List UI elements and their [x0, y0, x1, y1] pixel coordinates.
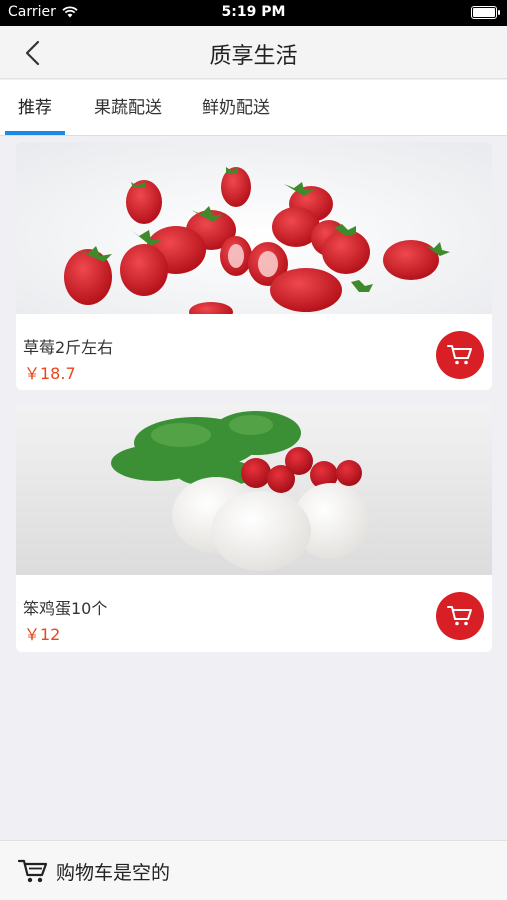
add-to-cart-button[interactable]: [436, 592, 484, 640]
shopping-cart-icon: [18, 859, 48, 883]
page-title: 质享生活: [209, 44, 298, 69]
product-card[interactable]: 笨鸡蛋10个 ￥12: [16, 403, 492, 652]
cart-bar[interactable]: 购物车是空的: [0, 840, 507, 900]
shopping-cart-icon: [447, 606, 472, 626]
status-bar: Carrier 5:19 PM: [0, 0, 507, 26]
cart-status-text: 购物车是空的: [56, 862, 171, 884]
product-card[interactable]: 草莓2斤左右 ￥18.7: [16, 142, 492, 390]
nav-bar: 质享生活: [0, 26, 507, 79]
tab-fruit-veg-delivery[interactable]: 果蔬配送: [94, 80, 162, 136]
active-tab-indicator: [5, 131, 65, 135]
category-tabs: 推荐 果蔬配送 鲜奶配送: [0, 80, 507, 136]
add-to-cart-button[interactable]: [436, 331, 484, 379]
tab-recommend[interactable]: 推荐: [18, 80, 52, 136]
strawberries-photo: [16, 142, 492, 314]
shopping-cart-icon: [447, 345, 472, 365]
eggs-photo: [16, 403, 492, 575]
tab-fresh-milk-delivery[interactable]: 鲜奶配送: [202, 80, 270, 136]
product-name: 草莓2斤左右: [23, 338, 114, 357]
battery-icon: [471, 6, 500, 19]
product-price: ￥18.7: [24, 364, 76, 383]
product-name: 笨鸡蛋10个: [23, 599, 108, 618]
clock: 5:19 PM: [221, 4, 286, 20]
product-price: ￥12: [24, 625, 61, 644]
